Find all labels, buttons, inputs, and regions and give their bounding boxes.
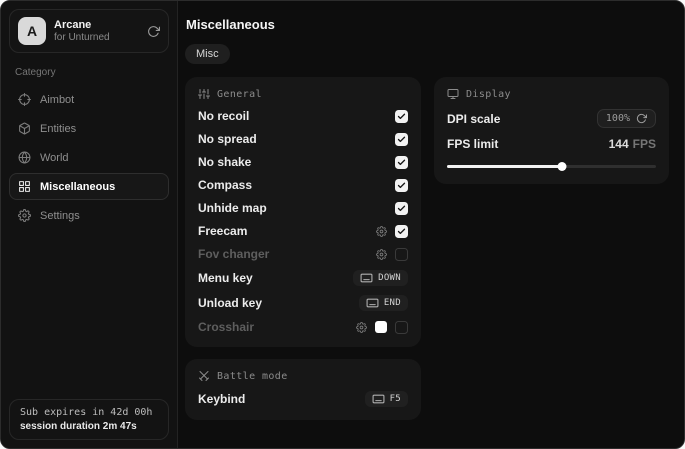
battle-mode-title: Battle mode: [217, 371, 288, 382]
sidebar-item-label: Settings: [40, 210, 80, 222]
row-label: Crosshair: [198, 320, 254, 334]
keyboard-icon: [360, 273, 373, 283]
slider-fill: [447, 165, 562, 168]
general-row: Crosshair: [198, 320, 408, 334]
general-row: No shake: [198, 155, 408, 169]
app-name: Arcane: [54, 19, 139, 32]
main-content: Miscellaneous Misc General No recoil No s…: [178, 1, 684, 448]
battle-mode-card: Battle mode Keybind F5: [185, 359, 421, 420]
general-rows: No recoil No spread No shake Compass Unhide …: [198, 109, 408, 334]
general-row: Unload key END: [198, 295, 408, 311]
dpi-scale-label: DPI scale: [447, 112, 500, 126]
general-row: Freecam: [198, 224, 408, 238]
color-swatch[interactable]: [375, 321, 387, 333]
category-label: Category: [15, 67, 163, 78]
sidebar-item-label: World: [40, 152, 69, 164]
globe-icon: [18, 151, 31, 164]
refresh-icon[interactable]: [636, 113, 647, 124]
sub-expires-text: Sub expires in 42d 00h: [20, 405, 158, 420]
checkbox[interactable]: [395, 248, 408, 261]
sidebar-item-entities[interactable]: Entities: [9, 115, 169, 142]
swords-icon: [198, 370, 210, 382]
row-label: Freecam: [198, 224, 247, 238]
app-subtitle: for Unturned: [54, 32, 139, 44]
display-card-title: Display: [466, 89, 511, 100]
keyboard-icon: [372, 394, 385, 404]
box-icon: [18, 122, 31, 135]
grid-icon: [18, 180, 31, 193]
fps-limit-label: FPS limit: [447, 137, 498, 151]
app-window: A Arcane for Unturned Category Aimbot Ent…: [0, 0, 685, 449]
battle-keybind-value: F5: [390, 394, 401, 404]
keybind-badge[interactable]: END: [359, 295, 408, 311]
keybind-value: DOWN: [378, 273, 401, 283]
checkbox[interactable]: [395, 156, 408, 169]
monitor-icon: [447, 88, 459, 100]
avatar: A: [18, 17, 46, 45]
general-row: Compass: [198, 178, 408, 192]
keyboard-icon: [366, 298, 379, 308]
general-row: Fov changer: [198, 247, 408, 261]
sidebar-item-label: Aimbot: [40, 94, 74, 106]
fps-limit-slider[interactable]: [447, 162, 656, 171]
checkbox[interactable]: [395, 202, 408, 215]
sidebar-item-label: Miscellaneous: [40, 181, 115, 193]
row-label: Compass: [198, 178, 252, 192]
row-label: No spread: [198, 132, 257, 146]
battle-keybind-badge[interactable]: F5: [365, 391, 408, 407]
sidebar-item-aimbot[interactable]: Aimbot: [9, 86, 169, 113]
checkbox[interactable]: [395, 321, 408, 334]
sidebar-item-world[interactable]: World: [9, 144, 169, 171]
tab-misc[interactable]: Misc: [185, 44, 230, 64]
gear-icon[interactable]: [376, 226, 387, 237]
row-label: Fov changer: [198, 247, 269, 261]
keybind-label: Keybind: [198, 392, 245, 406]
sliders-icon: [198, 88, 210, 100]
tab-bar: Misc: [185, 44, 669, 64]
general-row: Menu key DOWN: [198, 270, 408, 286]
dpi-scale-value: 100%: [606, 113, 630, 124]
row-label: Menu key: [198, 271, 253, 285]
general-card: General No recoil No spread No shake Compas…: [185, 77, 421, 347]
keybind-value: END: [384, 298, 401, 308]
general-row: No recoil: [198, 109, 408, 123]
row-label: No recoil: [198, 109, 249, 123]
dpi-scale-badge[interactable]: 100%: [597, 109, 656, 128]
checkbox[interactable]: [395, 179, 408, 192]
display-card: Display DPI scale 100%: [434, 77, 669, 184]
sidebar: A Arcane for Unturned Category Aimbot Ent…: [1, 1, 178, 448]
gear-icon[interactable]: [376, 249, 387, 260]
gear-icon[interactable]: [356, 322, 367, 333]
page-title: Miscellaneous: [186, 17, 669, 32]
sidebar-nav: Aimbot Entities World Miscellaneous Settings: [1, 86, 177, 229]
session-duration-text: session duration 2m 47s: [20, 420, 158, 433]
checkbox[interactable]: [395, 133, 408, 146]
slider-thumb[interactable]: [557, 162, 566, 171]
fps-limit-unit: FPS: [633, 137, 656, 151]
keybind-badge[interactable]: DOWN: [353, 270, 408, 286]
general-row: Unhide map: [198, 201, 408, 215]
checkbox[interactable]: [395, 110, 408, 123]
sync-icon[interactable]: [147, 25, 160, 38]
sidebar-item-settings[interactable]: Settings: [9, 202, 169, 229]
general-row: No spread: [198, 132, 408, 146]
subscription-card: Sub expires in 42d 00h session duration …: [9, 399, 169, 440]
crosshair-icon: [18, 93, 31, 106]
general-card-title: General: [217, 89, 262, 100]
app-header-card: A Arcane for Unturned: [9, 9, 169, 53]
row-label: Unload key: [198, 296, 262, 310]
row-label: No shake: [198, 155, 251, 169]
sidebar-item-label: Entities: [40, 123, 76, 135]
fps-limit-value: 144: [609, 137, 629, 151]
row-label: Unhide map: [198, 201, 267, 215]
sidebar-item-miscellaneous[interactable]: Miscellaneous: [9, 173, 169, 200]
gear-icon: [18, 209, 31, 222]
checkbox[interactable]: [395, 225, 408, 238]
